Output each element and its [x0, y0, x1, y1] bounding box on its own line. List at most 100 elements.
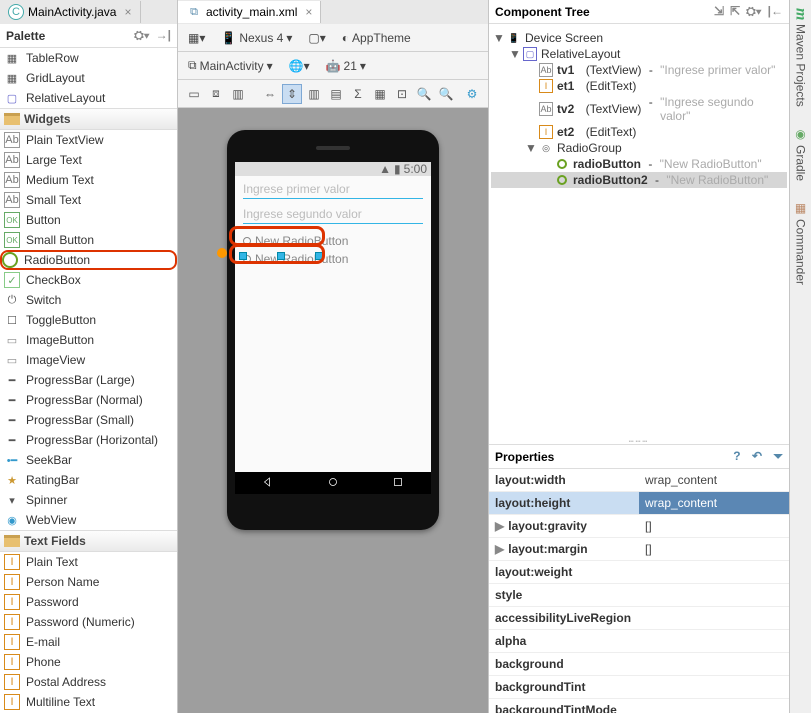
- palette-item[interactable]: •━SeekBar: [0, 450, 177, 470]
- tree-row[interactable]: ▼📱Device Screen: [491, 30, 787, 46]
- palette-hide-icon[interactable]: →|: [156, 28, 171, 43]
- palette-item[interactable]: AbMedium Text: [0, 170, 177, 190]
- render-settings-icon[interactable]: ⚙: [462, 84, 482, 104]
- palette-item[interactable]: ★RatingBar: [0, 470, 177, 490]
- palette-item[interactable]: IE-mail: [0, 632, 177, 652]
- palette-item[interactable]: ▦GridLayout: [0, 68, 177, 88]
- palette-item[interactable]: OKSmall Button: [0, 230, 177, 250]
- palette-category-textfields[interactable]: Text Fields: [0, 530, 177, 552]
- palette-item[interactable]: ━ProgressBar (Horizontal): [0, 430, 177, 450]
- property-row[interactable]: accessibilityLiveRegion: [489, 607, 789, 630]
- zoom-out-icon[interactable]: 🔍: [436, 84, 456, 104]
- zoom-in-icon[interactable]: 🔍: [414, 84, 434, 104]
- palette-item[interactable]: IPhone: [0, 652, 177, 672]
- property-row[interactable]: layout:weight: [489, 561, 789, 584]
- undo-icon[interactable]: ↶: [752, 449, 762, 463]
- expander-icon[interactable]: ▼: [525, 141, 535, 155]
- back-icon[interactable]: [262, 476, 274, 491]
- device-selector[interactable]: 📱 Nexus 4 ▾: [217, 28, 296, 48]
- hide-icon[interactable]: |←: [768, 4, 783, 19]
- palette-item[interactable]: IPassword: [0, 592, 177, 612]
- palette-item[interactable]: ✓CheckBox: [0, 270, 177, 290]
- palette-item[interactable]: ▾Spinner: [0, 490, 177, 510]
- recent-icon[interactable]: [392, 476, 404, 491]
- property-row[interactable]: style: [489, 584, 789, 607]
- palette-list[interactable]: ▦TableRow ▦GridLayout ▢RelativeLayout Wi…: [0, 48, 177, 713]
- maven-projects-tab[interactable]: mMaven Projects: [792, 8, 810, 107]
- palette-item[interactable]: AbSmall Text: [0, 190, 177, 210]
- distribute-icon[interactable]: Σ: [348, 84, 368, 104]
- expander-icon[interactable]: ▶: [495, 519, 504, 533]
- property-row[interactable]: backgroundTintMode: [489, 699, 789, 713]
- align-icon[interactable]: ⧈: [206, 84, 226, 104]
- property-row[interactable]: alpha: [489, 630, 789, 653]
- distribute-icon[interactable]: ▤: [326, 84, 346, 104]
- filter-icon[interactable]: ⏷: [773, 449, 783, 463]
- expander-icon[interactable]: ▼: [493, 31, 503, 45]
- palette-item[interactable]: IMultiline Text: [0, 692, 177, 712]
- property-row-selected[interactable]: layout:heightwrap_content: [489, 492, 789, 515]
- palette-item[interactable]: ☐ToggleButton: [0, 310, 177, 330]
- property-row[interactable]: ▶layout:margin[]: [489, 538, 789, 561]
- property-row[interactable]: backgroundTint: [489, 676, 789, 699]
- distribute-icon[interactable]: ▦: [370, 84, 390, 104]
- selection-handle[interactable]: [315, 252, 323, 260]
- palette-settings-icon[interactable]: ⛭▾: [134, 28, 149, 43]
- gradle-tab[interactable]: ◉Gradle: [794, 127, 808, 181]
- close-icon[interactable]: ×: [124, 5, 131, 19]
- expander-icon[interactable]: ▼: [509, 47, 519, 61]
- close-icon[interactable]: ×: [305, 5, 312, 19]
- collapse-icon[interactable]: ⇱: [730, 4, 740, 19]
- palette-item[interactable]: ━ProgressBar (Large): [0, 370, 177, 390]
- tree-row[interactable]: Abtv1 (TextView) - "Ingrese primer valor…: [491, 62, 787, 78]
- layout-content[interactable]: Ingrese primer valor Ingrese segundo val…: [235, 176, 431, 274]
- palette-item[interactable]: ◉WebView: [0, 510, 177, 530]
- component-tree[interactable]: ▼📱Device Screen ▼▢RelativeLayout Abtv1 (…: [489, 24, 789, 194]
- distribute-icon[interactable]: ▥: [304, 84, 324, 104]
- palette-item[interactable]: ▭ImageView: [0, 350, 177, 370]
- palette-item[interactable]: ⏻Switch: [0, 290, 177, 310]
- palette-item[interactable]: AbLarge Text: [0, 150, 177, 170]
- palette-item-radiobutton[interactable]: RadioButton: [0, 250, 177, 270]
- api-selector[interactable]: 🤖 21 ▾: [322, 56, 370, 76]
- align-icon[interactable]: ▥: [228, 84, 248, 104]
- palette-item[interactable]: AbPlain TextView: [0, 130, 177, 150]
- palette-item[interactable]: OKButton: [0, 210, 177, 230]
- help-icon[interactable]: ?: [733, 449, 740, 463]
- locale-button[interactable]: 🌐▾: [285, 56, 314, 76]
- palette-item[interactable]: IPassword (Numeric): [0, 612, 177, 632]
- radio-button-2[interactable]: New RadioButton: [243, 250, 423, 268]
- tree-row[interactable]: ▼◎RadioGroup: [491, 140, 787, 156]
- theme-selector[interactable]: ◐ AppTheme: [338, 28, 415, 48]
- selection-handle[interactable]: [277, 252, 285, 260]
- tree-row[interactable]: Iet1 (EditText): [491, 78, 787, 94]
- device-screen[interactable]: ▲ ▮ 5:00 Ingrese primer valor Ingrese se…: [235, 162, 431, 494]
- zoom-fit-icon[interactable]: ⊡: [392, 84, 412, 104]
- palette-item[interactable]: ━ProgressBar (Normal): [0, 390, 177, 410]
- activity-selector[interactable]: ⧉ MainActivity ▾: [184, 55, 277, 76]
- edittext-hint[interactable]: Ingrese primer valor: [243, 182, 423, 196]
- settings-icon[interactable]: ⛭▾: [746, 4, 761, 19]
- palette-item[interactable]: ▦TableRow: [0, 48, 177, 68]
- expander-icon[interactable]: ▶: [495, 542, 504, 556]
- palette-item[interactable]: ▭ImageButton: [0, 330, 177, 350]
- view-mode-button[interactable]: ▦▾: [184, 28, 209, 48]
- distribute-icon[interactable]: ⇔: [260, 84, 280, 104]
- tree-row[interactable]: radioButton - "New RadioButton": [491, 156, 787, 172]
- tree-row[interactable]: Abtv2 (TextView) - "Ingrese segundo valo…: [491, 94, 787, 124]
- radio-button-1[interactable]: New RadioButton: [243, 232, 423, 250]
- property-row[interactable]: layout:widthwrap_content: [489, 469, 789, 492]
- palette-item[interactable]: ━ProgressBar (Small): [0, 410, 177, 430]
- edittext-hint[interactable]: Ingrese segundo valor: [243, 207, 423, 221]
- align-icon[interactable]: ▭: [184, 84, 204, 104]
- orientation-button[interactable]: ▢▾: [304, 28, 329, 48]
- palette-item[interactable]: IPerson Name: [0, 572, 177, 592]
- home-icon[interactable]: [327, 476, 339, 491]
- commander-tab[interactable]: ▦Commander: [794, 201, 808, 285]
- expand-icon[interactable]: ⇲: [714, 4, 724, 19]
- tree-row[interactable]: Iet2 (EditText): [491, 124, 787, 140]
- palette-item[interactable]: IPostal Address: [0, 672, 177, 692]
- tab-mainactivity-java[interactable]: C MainActivity.java ×: [0, 1, 141, 23]
- selection-handle[interactable]: [239, 252, 247, 260]
- property-row[interactable]: background: [489, 653, 789, 676]
